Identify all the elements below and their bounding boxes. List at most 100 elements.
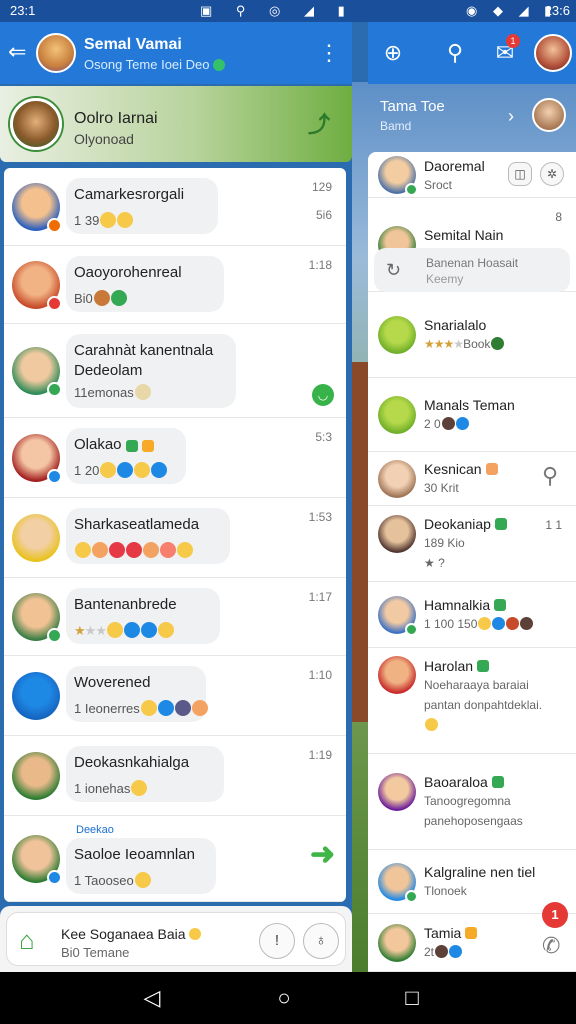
chat-row[interactable]: Camarkesrorgali 1 39 129 5i6 xyxy=(4,168,346,246)
message-preview: 1 Ieonerres xyxy=(74,700,208,716)
contact-row[interactable]: Daoremal Sroct ◫ ✲ xyxy=(368,152,576,198)
contact-subtitle: 1 100 150 xyxy=(424,617,534,631)
emoji-icon xyxy=(160,542,176,558)
message-preview: Bi0 xyxy=(74,290,127,306)
timestamp: 1:53 xyxy=(308,510,332,524)
chat-row[interactable]: Deokasnkahialga 1 ionehas 1:19 xyxy=(4,736,346,816)
chat-row[interactable]: Sharkaseatlameda 1:53 xyxy=(4,498,346,578)
status-badge-icon xyxy=(47,628,62,643)
star-icon: ★ xyxy=(74,623,86,638)
emoji-icon xyxy=(126,542,142,558)
alert-button[interactable]: ! xyxy=(259,923,295,959)
contact-row[interactable]: Baoaraloa Tanoogregomna panehoposengaas xyxy=(368,754,576,850)
home-icon[interactable]: ⌂ xyxy=(19,927,49,953)
chat-row[interactable]: Carahnàt kanentnala Dedeolam 11emonas ◡ xyxy=(4,324,346,418)
chevron-right-icon[interactable]: › xyxy=(508,106,514,127)
emoji-icon xyxy=(435,945,449,958)
contact-name-text: Baoaraloa xyxy=(424,774,488,790)
star-icon: ★ xyxy=(424,337,435,351)
contact-name: Woverened xyxy=(74,674,150,691)
message-preview-text: 1 39 xyxy=(74,213,100,228)
pinned-contact[interactable]: Oolro Iarnai Olyonoad ⤴ xyxy=(0,86,352,162)
contact-subtitle-text: Tlonoek xyxy=(424,884,467,898)
contact-name: Baoaraloa xyxy=(424,774,504,790)
emoji-icon xyxy=(106,622,123,638)
contact-subtitle: 189 Kio xyxy=(424,536,465,550)
message-preview xyxy=(74,542,193,558)
contact-name: Snarialalo xyxy=(424,317,486,333)
message-preview: 1 Taooseo xyxy=(74,872,151,888)
emoji-icon xyxy=(520,617,534,630)
overflow-menu-icon[interactable]: ⋮ xyxy=(318,40,340,66)
forward-arrow-icon[interactable]: ➜ xyxy=(310,840,336,870)
contact-row[interactable]: Hamnalkia 1 100 150 xyxy=(368,582,576,648)
composer-subtitle: Bi0 Temane xyxy=(61,945,130,960)
location-button[interactable]: ♁ xyxy=(303,923,339,959)
back-arrow-icon[interactable]: ⇐ xyxy=(8,40,32,64)
pin-icon[interactable]: ⤴ xyxy=(306,112,332,138)
status-time-right: 23:6 xyxy=(544,3,570,18)
contact-name-text: Woverened xyxy=(74,674,151,691)
emoji-icon xyxy=(123,622,140,638)
chat-bubble-icon[interactable]: ✆ xyxy=(542,934,566,958)
nav-recent-icon[interactable]: □ xyxy=(398,984,426,1012)
contact-row[interactable]: Deokaniap 189 Kio ★ ? 1 1 xyxy=(368,506,576,582)
chat-row[interactable]: Deekao Saoloe Ieoamnlan 1 Taooseo ➜ xyxy=(4,816,346,902)
chat-row[interactable]: Woverened 1 Ieonerres 1:10 xyxy=(4,656,346,736)
avatar xyxy=(378,596,418,636)
contact-name: Tamia xyxy=(424,925,478,941)
emoji-icon xyxy=(140,700,157,716)
contact-subtitle-line2-text: pantan donpahtdeklai. xyxy=(424,698,543,712)
contact-name-text: Snarialalo xyxy=(424,317,487,333)
avatar[interactable] xyxy=(36,33,76,73)
contact-name-text: Deokaniap xyxy=(424,516,491,532)
contact-row[interactable]: Kalgraline nen tiel Tlonoek xyxy=(368,850,576,914)
emoji-icon xyxy=(134,384,151,400)
contact-name: Oaoyorohenreal xyxy=(74,264,182,281)
timestamp: 129 xyxy=(311,180,332,194)
chat-row[interactable]: Oaoyorohenreal Bi0 1:18 xyxy=(4,246,346,324)
emoji-icon xyxy=(455,417,469,430)
contact-row[interactable]: Snarialalo ★★★★Book xyxy=(368,292,576,378)
emoji-icon xyxy=(425,718,438,731)
name-tag-icon xyxy=(491,776,504,788)
status-badge-icon xyxy=(47,218,62,233)
contact-name-text: Carahnàt kanentnala xyxy=(74,342,214,359)
star-icon: ★ xyxy=(84,623,97,638)
right-profile-summary[interactable]: Tama Toe Bamd › xyxy=(370,88,576,148)
nav-home-icon[interactable]: ○ xyxy=(270,984,298,1012)
contact-name: Semital Nain xyxy=(424,227,503,243)
settings-button[interactable]: ✲ xyxy=(540,162,564,186)
status-badge-icon xyxy=(47,870,62,885)
search-icon[interactable]: ⚲ xyxy=(542,464,566,488)
status-badge-icon xyxy=(405,890,418,903)
emoji-icon xyxy=(157,700,174,716)
chat-tag-label: Deekao xyxy=(76,824,114,836)
contact-row[interactable]: Manals Teman 2 0 xyxy=(368,378,576,452)
chat-row[interactable]: Bantenanbrede ★★★ 1:17 xyxy=(4,578,346,656)
contact-row[interactable]: Harolan Noeharaaya baraiai pantan donpahtd… xyxy=(368,648,576,754)
contact-name-text: Saoloe Ieoamnlan xyxy=(74,846,195,863)
calendar-button[interactable]: ◫ xyxy=(508,162,532,186)
status-badge-icon xyxy=(405,623,418,636)
contact-row[interactable]: Kesnican 30 Krit ⚲ xyxy=(368,452,576,506)
emoji-icon xyxy=(189,928,202,940)
profile-avatar[interactable] xyxy=(534,34,572,72)
composer-box[interactable]: ⌂ Kee Soganaea Baia Bi0 Temane ! ♁ xyxy=(6,912,346,966)
contact-name-text: Oaoyorohenreal xyxy=(74,264,182,281)
contact-name: Kalgraline nen tiel xyxy=(424,864,535,880)
status-icons-right: ◉ ◆ ◢ ▮ xyxy=(466,3,558,18)
chat-bubble-icon[interactable]: ⊕ xyxy=(378,38,408,68)
avatar xyxy=(12,672,60,720)
contact-subtitle: 2 0 xyxy=(424,417,469,431)
contact-subtitle: Tlonoek xyxy=(424,884,467,898)
refresh-icon: ↻ xyxy=(386,260,402,280)
chat-row[interactable]: Olakao 1 20 5:3 xyxy=(4,418,346,498)
search-icon[interactable]: ⚲ xyxy=(440,38,470,68)
message-bubble: Woverened 1 Ieonerres xyxy=(66,666,208,722)
contact-name-line2: Dedeolam xyxy=(74,362,143,379)
emoji-icon xyxy=(177,542,193,558)
filter-pill[interactable]: ↻ Banenan Hoasait Keemy xyxy=(374,248,570,292)
emoji-icon xyxy=(100,212,117,228)
nav-back-icon[interactable]: ◁ xyxy=(138,984,166,1012)
